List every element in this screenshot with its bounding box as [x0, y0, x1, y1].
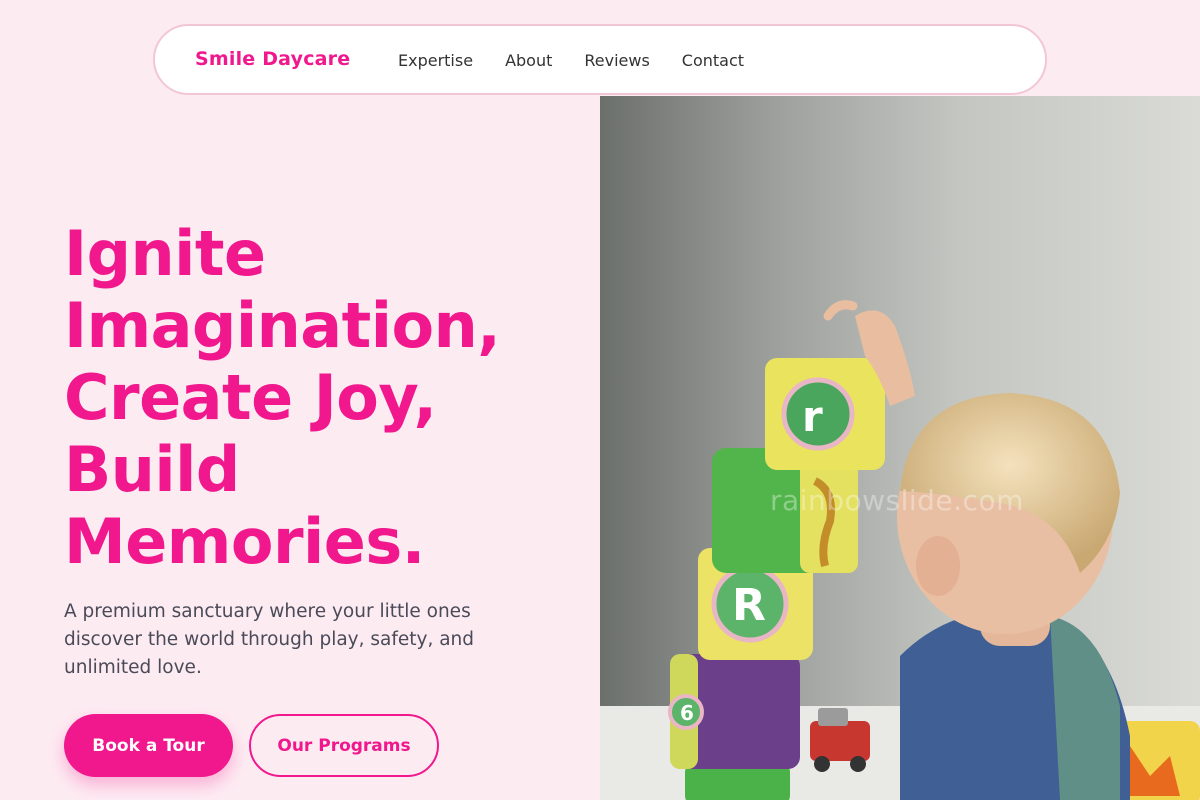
- hero-title-line: Build: [64, 433, 240, 506]
- block-letter: r: [802, 392, 823, 441]
- top-nav: Smile Daycare Expertise About Reviews Co…: [153, 24, 1047, 95]
- block-letter: 6: [680, 701, 694, 725]
- child-with-blocks-illustration: 6 R r: [600, 96, 1200, 800]
- nav-link-contact[interactable]: Contact: [682, 51, 744, 70]
- hero-photo: 6 R r: [600, 96, 1200, 800]
- watermark-text: rainbowslide.com: [770, 484, 1024, 517]
- hero-title-line: Memories.: [64, 505, 425, 578]
- nav-link-about[interactable]: About: [505, 51, 552, 70]
- nav-link-reviews[interactable]: Reviews: [584, 51, 649, 70]
- hero-title-line: Imagination,: [64, 289, 501, 362]
- nav-links: Expertise About Reviews Contact: [398, 51, 776, 70]
- brand-logo[interactable]: Smile Daycare: [195, 48, 350, 70]
- nav-link-expertise[interactable]: Expertise: [398, 51, 473, 70]
- our-programs-button[interactable]: Our Programs: [249, 714, 439, 777]
- hero-subtitle: A premium sanctuary where your little on…: [64, 601, 475, 678]
- book-tour-button[interactable]: Book a Tour: [64, 714, 233, 777]
- hero-title-line: Ignite: [64, 217, 266, 290]
- hero-title: Ignite Imagination, Create Joy, Build Me…: [64, 218, 584, 578]
- block-letter: R: [732, 580, 766, 631]
- hero-title-line: Create Joy,: [64, 361, 437, 434]
